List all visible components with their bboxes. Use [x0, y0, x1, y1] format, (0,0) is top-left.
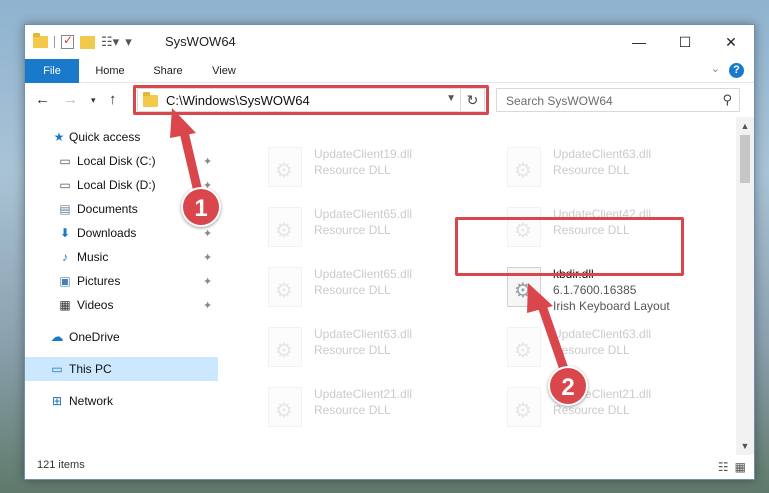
- step-badge-2: 2: [548, 366, 588, 406]
- step-badge-1: 1: [181, 187, 221, 227]
- arrow-2: [527, 283, 570, 377]
- callout-arrows: [170, 108, 570, 377]
- arrow-1: [170, 108, 205, 205]
